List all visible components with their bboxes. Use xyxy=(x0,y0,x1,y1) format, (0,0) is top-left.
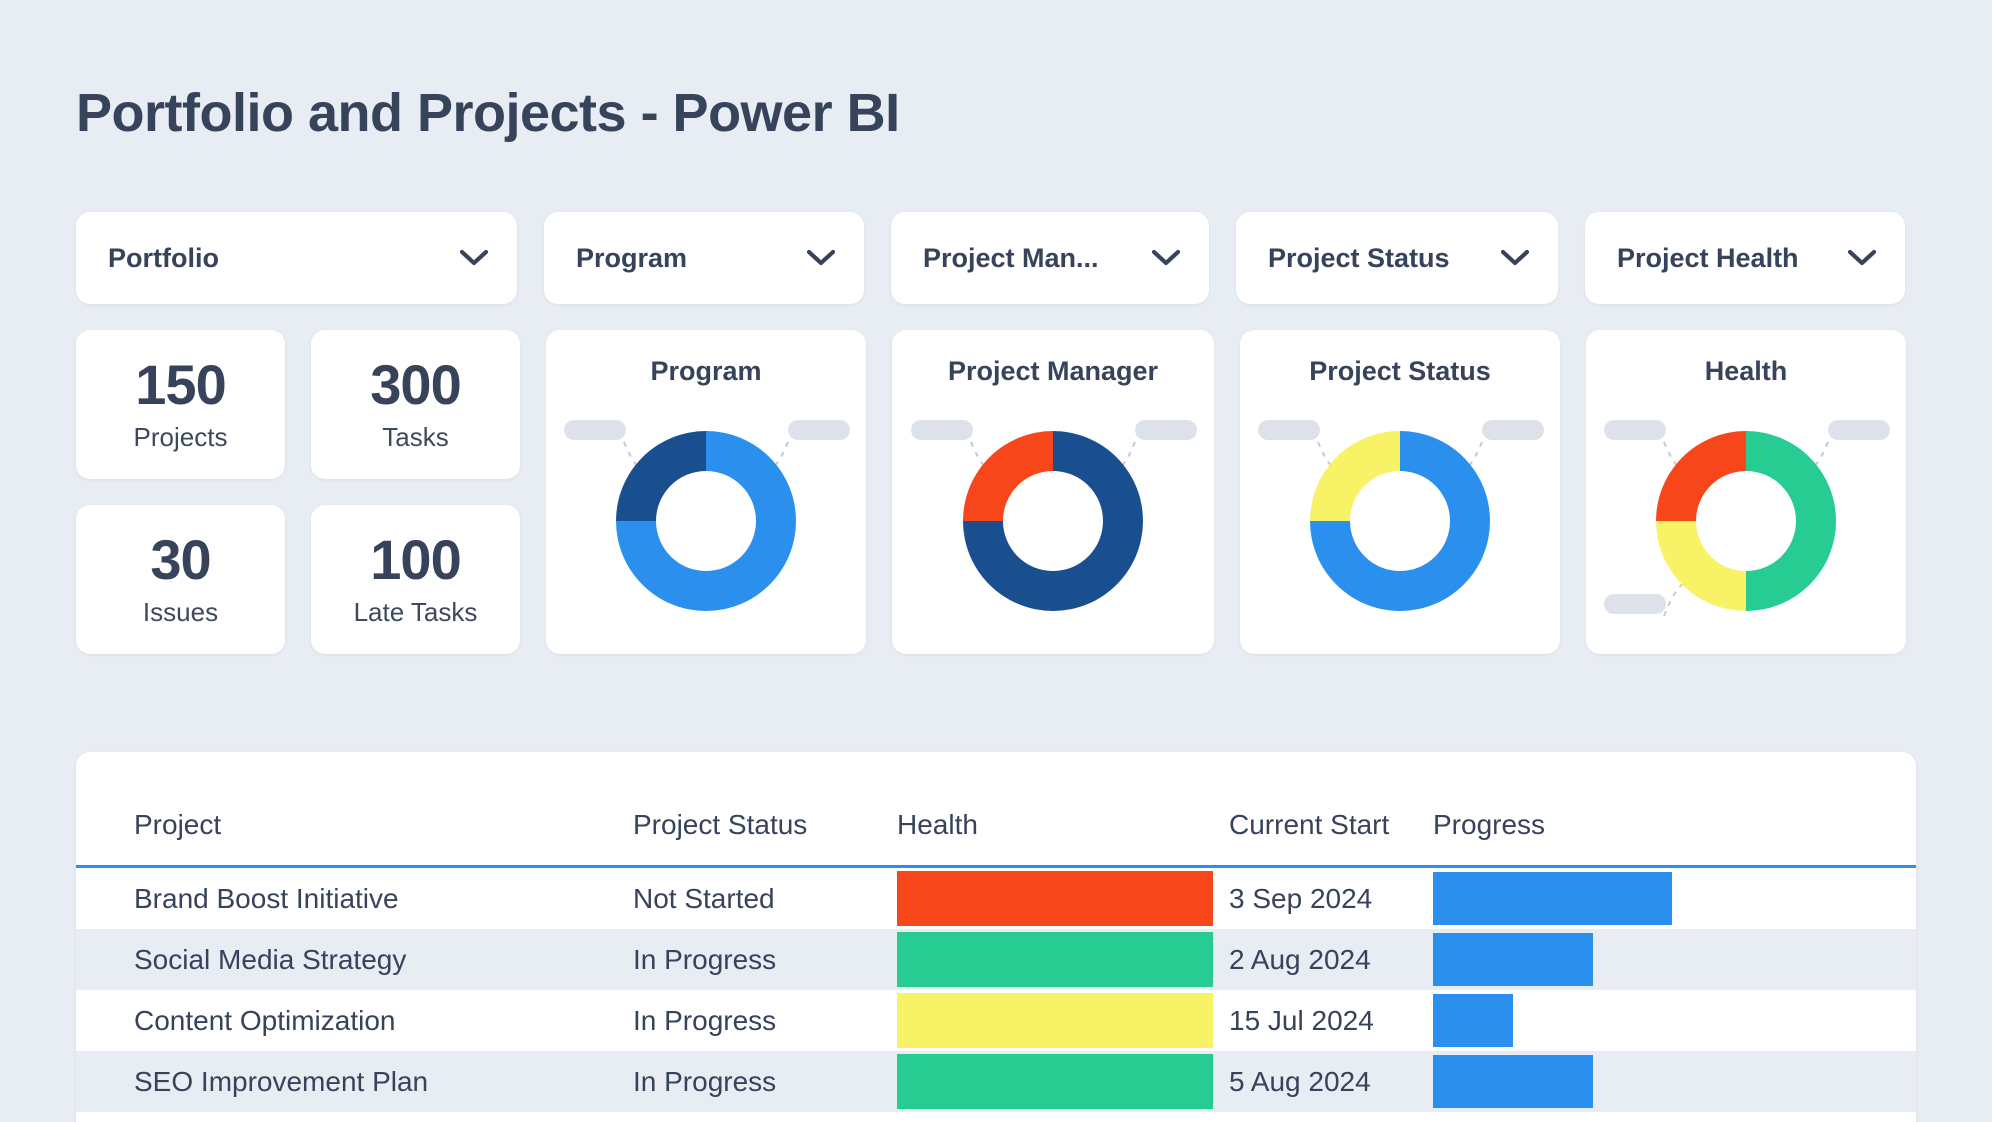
kpi-projects-label: Projects xyxy=(133,421,228,452)
filter-project-health[interactable]: Project Health xyxy=(1585,212,1905,304)
table-body: Brand Boost Initiative Not Started 3 Sep 2… xyxy=(76,868,1916,1112)
filter-project-status[interactable]: Project Status xyxy=(1236,212,1558,304)
column-header-health[interactable]: Health xyxy=(897,809,978,841)
cell-current-start: 5 Aug 2024 xyxy=(1229,1065,1371,1097)
cell-current-start: 3 Sep 2024 xyxy=(1229,882,1373,914)
projects-table: Project Project Status Health Current St… xyxy=(76,752,1916,1122)
cell-health-swatch xyxy=(897,1054,1213,1109)
column-header-project-status[interactable]: Project Status xyxy=(633,809,807,841)
donut-chart-health[interactable] xyxy=(1596,408,1896,638)
filter-project-health-label: Project Health xyxy=(1617,242,1799,273)
table-row[interactable]: Content Optimization In Progress 15 Jul 20… xyxy=(76,990,1916,1051)
chevron-down-icon[interactable] xyxy=(1500,249,1530,267)
donut-card-program[interactable]: Program xyxy=(546,330,866,654)
kpi-tasks[interactable]: 300 Tasks xyxy=(311,330,520,479)
kpi-issues-label: Issues xyxy=(142,596,219,627)
donut-title-project-manager: Project Manager xyxy=(947,356,1159,386)
filter-portfolio[interactable]: Portfolio xyxy=(76,212,517,304)
donut-card-health[interactable]: Health xyxy=(1586,330,1906,654)
filter-bar: Portfolio Program Project Man... Project… xyxy=(76,212,1916,304)
filter-project-status-label: Project Status xyxy=(1268,242,1450,273)
cell-project: Brand Boost Initiative xyxy=(134,882,399,914)
cell-project-status: In Progress xyxy=(633,943,777,975)
kpi-issues-value: 30 xyxy=(150,527,211,591)
kpi-tasks-value: 300 xyxy=(370,352,461,416)
donut-title-health: Health xyxy=(1704,356,1788,386)
donut-card-project-status[interactable]: Project Status xyxy=(1240,330,1560,654)
filter-program[interactable]: Program xyxy=(544,212,864,304)
kpi-group: 150 Projects 300 Tasks 30 Issues 100 Lat… xyxy=(76,330,520,654)
chevron-down-icon[interactable] xyxy=(1847,249,1877,267)
donut-chart-program[interactable] xyxy=(556,408,856,638)
table-row[interactable]: Social Media Strategy In Progress 2 Aug 20… xyxy=(76,929,1916,990)
donut-chart-project-manager[interactable] xyxy=(903,408,1203,638)
progress-bar-fill xyxy=(1433,872,1673,925)
donut-chart-project-status[interactable] xyxy=(1250,408,1550,638)
cell-current-start: 2 Aug 2024 xyxy=(1229,943,1371,975)
donut-card-project-manager[interactable]: Project Manager xyxy=(892,330,1214,654)
filter-project-manager[interactable]: Project Man... xyxy=(891,212,1209,304)
column-header-progress[interactable]: Progress xyxy=(1433,809,1545,841)
donut-title-project-status: Project Status xyxy=(1309,356,1491,386)
kpi-issues[interactable]: 30 Issues xyxy=(76,505,285,654)
kpi-late-tasks-value: 100 xyxy=(370,527,461,591)
cell-progress-bar xyxy=(1433,872,1813,925)
kpi-late-tasks[interactable]: 100 Late Tasks xyxy=(311,505,520,654)
kpi-late-tasks-label: Late Tasks xyxy=(353,596,478,627)
column-header-project[interactable]: Project xyxy=(134,809,221,841)
cell-health-swatch xyxy=(897,993,1213,1048)
progress-bar-fill xyxy=(1433,1055,1593,1108)
progress-bar-fill xyxy=(1433,994,1513,1047)
cell-health-swatch xyxy=(897,932,1213,987)
cell-progress-bar xyxy=(1433,933,1813,986)
chevron-down-icon[interactable] xyxy=(459,249,489,267)
cell-health-swatch xyxy=(897,871,1213,926)
cell-project-status: Not Started xyxy=(633,882,775,914)
kpi-tasks-label: Tasks xyxy=(382,421,449,452)
cell-project: Social Media Strategy xyxy=(134,943,407,975)
column-header-current-start[interactable]: Current Start xyxy=(1229,809,1389,841)
metrics-row: 150 Projects 300 Tasks 30 Issues 100 Lat… xyxy=(76,330,1916,654)
kpi-projects[interactable]: 150 Projects xyxy=(76,330,285,479)
cell-current-start: 15 Jul 2024 xyxy=(1229,1004,1374,1036)
filter-program-label: Program xyxy=(576,242,688,273)
cell-progress-bar xyxy=(1433,1055,1813,1108)
filter-portfolio-label: Portfolio xyxy=(108,242,219,273)
table-row[interactable]: Brand Boost Initiative Not Started 3 Sep 2… xyxy=(76,868,1916,929)
cell-project: SEO Improvement Plan xyxy=(134,1065,429,1097)
cell-project-status: In Progress xyxy=(633,1004,777,1036)
table-header-row: Project Project Status Health Current St… xyxy=(76,752,1916,868)
cell-project: Content Optimization xyxy=(134,1004,396,1036)
donut-title-program: Program xyxy=(650,356,762,386)
chevron-down-icon[interactable] xyxy=(1151,249,1181,267)
table-row[interactable]: SEO Improvement Plan In Progress 5 Aug 202… xyxy=(76,1051,1916,1112)
progress-bar-fill xyxy=(1433,933,1593,986)
page-title: Portfolio and Projects - Power BI xyxy=(76,83,900,143)
chevron-down-icon[interactable] xyxy=(806,249,836,267)
dashboard-page: Portfolio and Projects - Power BI Portfo… xyxy=(0,0,1992,1122)
kpi-projects-value: 150 xyxy=(135,352,226,416)
cell-project-status: In Progress xyxy=(633,1065,777,1097)
filter-project-manager-label: Project Man... xyxy=(923,242,1099,273)
cell-progress-bar xyxy=(1433,994,1813,1047)
